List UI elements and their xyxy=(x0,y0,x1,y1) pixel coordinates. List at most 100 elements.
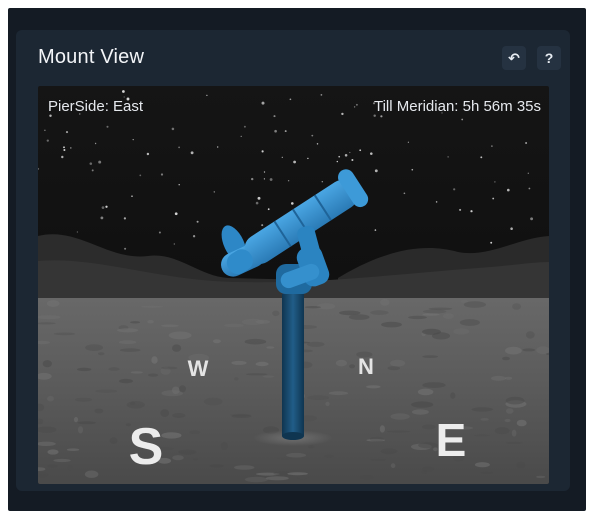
ground-speckle xyxy=(450,392,456,399)
ground-speckle xyxy=(161,432,182,439)
ground-speckle xyxy=(276,457,293,460)
star xyxy=(178,146,180,149)
star xyxy=(192,235,196,238)
star xyxy=(293,160,296,164)
star xyxy=(158,231,161,234)
star xyxy=(341,112,344,116)
ground-speckle xyxy=(192,458,199,461)
star xyxy=(217,146,219,148)
pier-base xyxy=(282,432,304,440)
star xyxy=(101,206,105,209)
help-button[interactable]: ? xyxy=(537,46,561,70)
star xyxy=(459,208,462,211)
star xyxy=(321,180,324,183)
ground-speckle xyxy=(463,301,486,308)
ground-speckle xyxy=(505,408,514,414)
ground-speckle xyxy=(119,378,133,384)
ground-speckle xyxy=(390,413,410,420)
ground-speckle xyxy=(47,464,59,468)
star xyxy=(206,94,208,97)
ground-speckle xyxy=(130,371,143,374)
star xyxy=(530,217,534,221)
ground-speckle xyxy=(516,461,526,469)
ground-speckle xyxy=(390,463,396,469)
ground-speckle xyxy=(307,395,330,401)
star xyxy=(122,90,125,93)
ground-speckle xyxy=(459,319,480,326)
star xyxy=(349,151,351,154)
ground-speckle xyxy=(516,419,527,427)
star xyxy=(316,143,319,145)
ground-speckle xyxy=(77,426,84,434)
ground-speckle xyxy=(244,476,268,483)
star xyxy=(490,241,493,244)
ground-speckle xyxy=(147,373,159,377)
ground-speckle xyxy=(525,331,535,339)
ground-speckle xyxy=(244,338,267,345)
ground-speckle xyxy=(471,407,493,412)
star xyxy=(196,220,199,223)
ground-speckle xyxy=(126,401,145,409)
star xyxy=(267,208,270,211)
star xyxy=(261,150,264,153)
ground-speckle xyxy=(411,409,429,415)
ground-speckle xyxy=(502,356,510,361)
ground-speckle xyxy=(168,331,192,340)
ground-speckle xyxy=(265,476,289,481)
ground-speckle xyxy=(231,360,247,365)
ground-speckle xyxy=(172,455,184,461)
compass-east: E xyxy=(436,414,467,466)
star xyxy=(269,178,273,181)
mount-3d-view[interactable]: W N S E PierSide: East Till Meridian: 5h… xyxy=(38,86,549,484)
ground-speckle xyxy=(220,442,228,450)
ground-speckle xyxy=(474,462,490,468)
ground-speckle xyxy=(108,367,120,371)
star xyxy=(132,138,134,141)
pier xyxy=(282,294,304,436)
ground-speckle xyxy=(94,408,104,414)
ground-speckle xyxy=(234,465,255,470)
ground-speckle xyxy=(98,352,105,356)
star xyxy=(251,177,254,181)
ground-speckle xyxy=(422,466,434,472)
star xyxy=(287,180,290,182)
ground-speckle xyxy=(386,430,411,433)
ground-speckle xyxy=(522,348,536,352)
star xyxy=(470,210,473,213)
star xyxy=(91,169,94,172)
ground-speckle xyxy=(505,441,523,444)
ground-speckle xyxy=(422,309,447,314)
ground-speckle xyxy=(390,359,406,367)
ground-speckle xyxy=(245,373,268,376)
ground-speckle xyxy=(324,454,334,458)
ground-speckle xyxy=(504,418,511,423)
star xyxy=(261,224,264,227)
ground-speckle xyxy=(504,376,513,380)
ground-speckle xyxy=(325,401,330,407)
ground-speckle xyxy=(172,413,186,418)
star xyxy=(380,115,383,118)
star xyxy=(435,201,438,203)
ground-speckle xyxy=(266,346,275,349)
ground-speckle xyxy=(161,366,178,370)
ground-speckle xyxy=(380,298,390,306)
star xyxy=(123,217,127,220)
ground-speckle xyxy=(209,464,224,468)
ground-speckle xyxy=(255,319,271,324)
reset-view-button[interactable]: ↶ xyxy=(502,46,526,70)
ground-speckle xyxy=(366,385,381,389)
ground-speckle xyxy=(53,332,76,336)
ground-speckle xyxy=(453,328,470,335)
ground-speckle xyxy=(117,328,139,333)
ground-speckle xyxy=(411,401,434,408)
star xyxy=(255,201,259,205)
ground-speckle xyxy=(480,471,494,474)
till-meridian-label: Till Meridian: 5h 56m 35s xyxy=(373,98,541,115)
help-icon: ? xyxy=(544,50,554,66)
ground-speckle xyxy=(234,377,239,381)
ground-speckle xyxy=(84,470,99,478)
ground-speckle xyxy=(255,361,269,367)
star xyxy=(63,148,66,152)
star xyxy=(65,131,69,134)
ground-speckle xyxy=(369,436,384,442)
